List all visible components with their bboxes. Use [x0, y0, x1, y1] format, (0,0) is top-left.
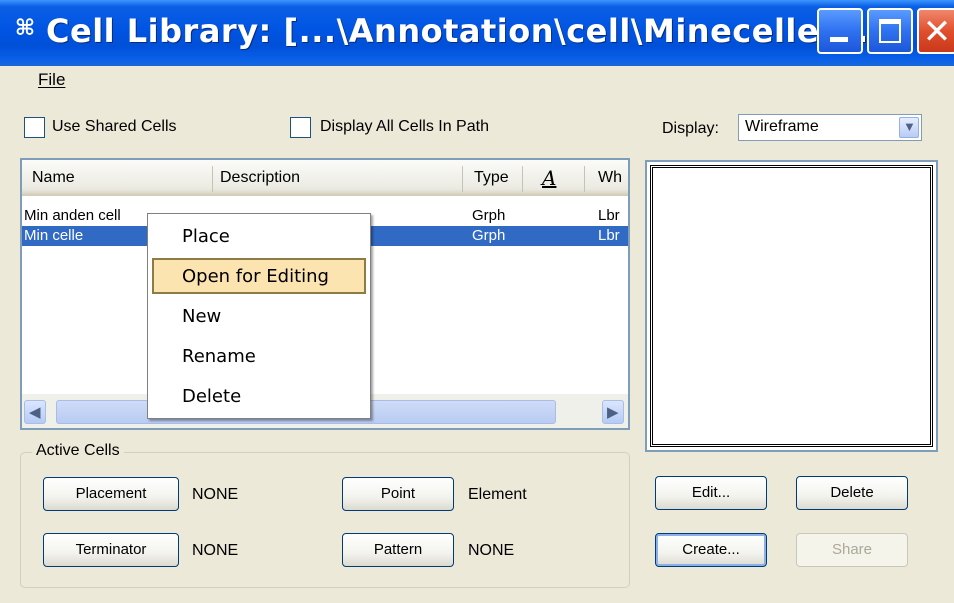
column-header-name[interactable]: Name: [32, 169, 75, 187]
menu-file-label: File: [38, 70, 66, 89]
pattern-button[interactable]: Pattern: [342, 533, 454, 567]
menu-item-label: Delete: [182, 386, 242, 407]
row-type: Grph: [472, 227, 506, 244]
column-divider[interactable]: [584, 166, 585, 192]
scroll-left-button[interactable]: ◀: [24, 400, 46, 424]
menu-item-label: New: [182, 306, 222, 327]
menu-item-open-for-editing[interactable]: Open for Editing: [152, 258, 366, 294]
menu-item-place[interactable]: Place: [148, 218, 370, 254]
terminator-button[interactable]: Terminator: [43, 533, 179, 567]
point-button[interactable]: Point: [342, 477, 454, 511]
column-divider[interactable]: [212, 166, 213, 192]
point-value: Element: [468, 486, 527, 503]
edit-button[interactable]: Edit...: [655, 476, 767, 510]
active-cells-title: Active Cells: [32, 442, 124, 460]
preview-frame: [650, 165, 933, 447]
column-divider[interactable]: [462, 166, 463, 192]
text-style-icon[interactable]: A: [542, 166, 556, 190]
minimize-button[interactable]: [817, 8, 863, 54]
menu-item-label: Rename: [182, 346, 256, 367]
row-name: Min anden cell: [24, 207, 121, 224]
minimize-icon: [830, 37, 848, 42]
row-type: Grph: [472, 207, 506, 224]
placement-value: NONE: [192, 486, 239, 503]
scroll-right-button[interactable]: ▶: [602, 400, 624, 424]
close-button[interactable]: ✕: [917, 8, 954, 54]
display-select-value: Wireframe: [745, 118, 819, 135]
app-icon[interactable]: ⌘: [10, 14, 40, 44]
display-all-cells-checkbox[interactable]: [290, 117, 311, 138]
context-menu: Place Open for Editing New Rename Delete: [147, 213, 371, 419]
row-where: Lbr: [598, 227, 620, 244]
window-title: Cell Library: [...\Annotation\cell\Minec…: [46, 12, 869, 50]
maximize-button[interactable]: [867, 8, 913, 54]
column-header-description[interactable]: Description: [220, 169, 300, 187]
display-label: Display:: [662, 120, 719, 137]
menu-item-new[interactable]: New: [148, 298, 370, 334]
create-button[interactable]: Create...: [655, 533, 767, 567]
chevron-down-icon: ▼: [903, 119, 916, 134]
column-header-where[interactable]: Wh: [598, 169, 622, 187]
title-bar[interactable]: ⌘ Cell Library: [...\Annotation\cell\Min…: [0, 0, 954, 66]
column-header-type[interactable]: Type: [474, 169, 509, 187]
placement-button[interactable]: Placement: [43, 477, 179, 511]
terminator-value: NONE: [192, 542, 239, 559]
menu-file[interactable]: File: [38, 70, 65, 90]
display-dropdown-button[interactable]: ▼: [899, 117, 919, 138]
row-where: Lbr: [598, 207, 620, 224]
menu-bar: File: [0, 66, 954, 94]
share-button[interactable]: Share: [796, 533, 908, 567]
active-cells-group: [20, 452, 630, 588]
delete-button[interactable]: Delete: [796, 476, 908, 510]
row-name: Min celle: [24, 227, 84, 244]
list-header: Name Description Type A Wh: [22, 160, 628, 196]
menu-item-label: Place: [182, 226, 230, 247]
display-select[interactable]: Wireframe ▼: [738, 114, 922, 141]
chevron-left-icon: ◀: [29, 404, 41, 421]
menu-item-rename[interactable]: Rename: [148, 338, 370, 374]
maximize-icon: [879, 19, 901, 43]
pattern-value: NONE: [468, 542, 515, 559]
chevron-right-icon: ▶: [607, 404, 619, 421]
close-icon: ✕: [922, 12, 952, 52]
use-shared-cells-checkbox[interactable]: [24, 117, 45, 138]
column-divider[interactable]: [522, 166, 523, 192]
menu-item-label: Open for Editing: [182, 266, 329, 287]
use-shared-cells-label: Use Shared Cells: [52, 118, 177, 135]
cell-preview: [645, 160, 938, 452]
menu-item-delete[interactable]: Delete: [148, 378, 370, 414]
display-all-cells-label: Display All Cells In Path: [320, 118, 489, 135]
